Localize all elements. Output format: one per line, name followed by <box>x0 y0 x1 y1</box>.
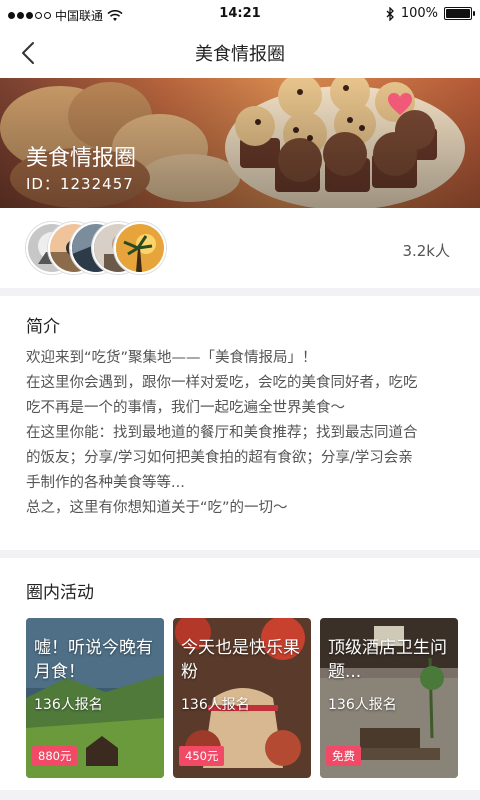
section-title: 圈内活动 <box>26 583 94 603</box>
heart-icon[interactable] <box>386 90 414 118</box>
member-count: 3.2k人 <box>402 242 450 260</box>
intro-section: 简介 欢迎来到“吃货”聚集地——「美食情报局」！ 在这里你会遇到，跟你一样对爱吃… <box>0 296 480 550</box>
activity-signups: 136人报名 <box>181 697 250 713</box>
intro-line: 的饭友；分享/学习如何把美食拍的超有食欲；分享/学习会亲 <box>26 450 413 466</box>
intro-line: 手制作的各种美食等等... <box>26 475 185 491</box>
intro-line: 在这里你会遇到，跟你一样对爱吃，会吃的美食同好者，吃吃 <box>26 375 418 391</box>
circle-name: 美食情报圈 <box>26 146 137 171</box>
page-title: 美食情报圈 <box>195 44 285 65</box>
activity-title: 顶级酒店卫生问题... <box>328 638 447 682</box>
status-bar: 中国联通 14:21 100% <box>0 0 480 28</box>
intro-line: 欢迎来到“吃货”聚集地——「美食情报局」！ <box>26 350 317 366</box>
circle-banner: 美食情报圈 ID：1232457 <box>0 78 480 208</box>
activity-title: 今天也是快乐果粉 <box>181 638 300 682</box>
battery-percent: 100% <box>400 6 438 21</box>
circle-id: ID：1232457 <box>26 175 134 193</box>
intro-line: 吃不再是一个的事情，我们一起吃遍全世界美食～ <box>26 400 345 416</box>
activity-price-badge: 450元 <box>179 746 225 766</box>
activity-card[interactable]: 顶级酒店卫生问题... 136人报名 免费 <box>320 618 458 778</box>
section-title: 简介 <box>26 317 60 337</box>
battery-icon <box>444 7 475 20</box>
activity-price-badge: 880元 <box>32 746 78 766</box>
activity-title: 嘘！听说今晚有月食！ <box>34 638 153 682</box>
activity-signups: 136人报名 <box>328 697 397 713</box>
activity-price-badge: 免费 <box>326 746 361 766</box>
intro-line: 总之，这里有你想知道关于“吃”的一切～ <box>26 500 288 516</box>
activity-signups: 136人报名 <box>34 697 103 713</box>
intro-text: 欢迎来到“吃货”聚集地——「美食情报局」！ 在这里你会遇到，跟你一样对爱吃，会吃… <box>26 346 456 521</box>
bluetooth-icon <box>386 6 394 21</box>
member-row[interactable]: 3.2k人 <box>0 208 480 288</box>
activities-section: 圈内活动 嘘！听说今晚有月食！ 136人报名 880元 今天也是快乐果粉 136… <box>0 558 480 790</box>
intro-line: 在这里你能：找到最地道的餐厅和美食推荐；找到最志同道合 <box>26 425 418 441</box>
activity-card[interactable]: 嘘！听说今晚有月食！ 136人报名 880元 <box>26 618 164 778</box>
nav-bar: 美食情报圈 <box>0 28 480 78</box>
activity-card[interactable]: 今天也是快乐果粉 136人报名 450元 <box>173 618 311 778</box>
member-avatar[interactable] <box>114 222 166 274</box>
